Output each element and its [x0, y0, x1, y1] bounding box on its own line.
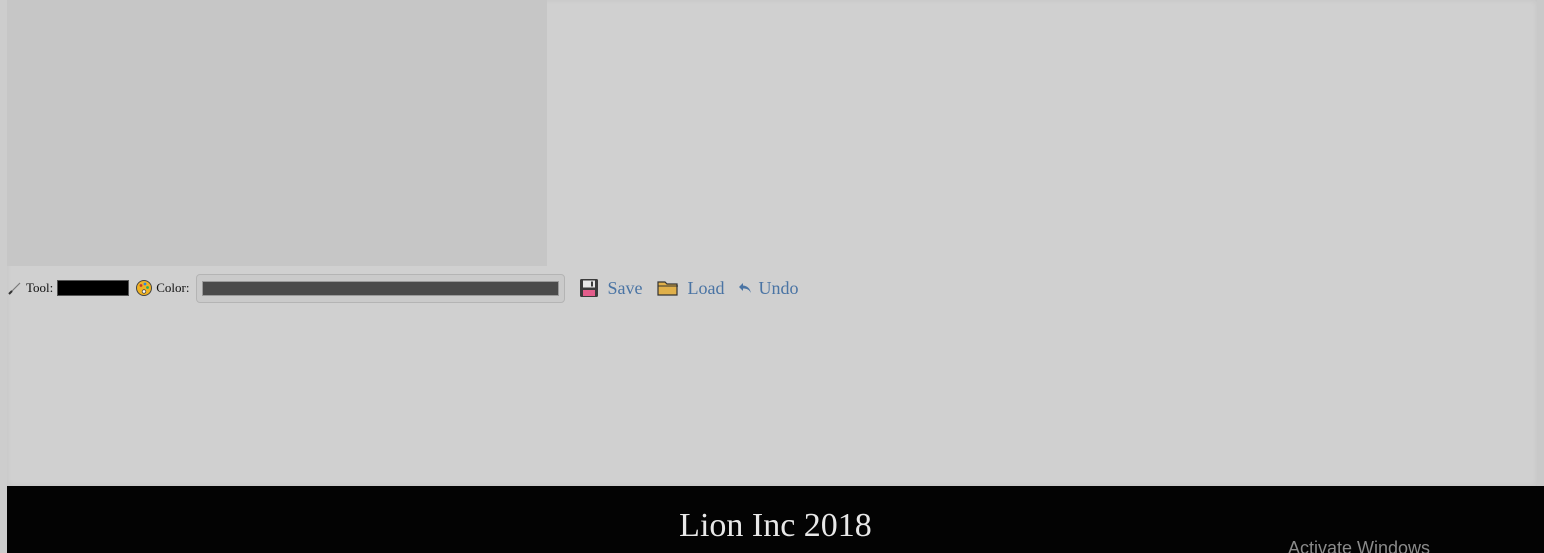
- color-label: Color:: [156, 280, 190, 295]
- palette-icon: [135, 279, 153, 297]
- color-swatch: [201, 280, 559, 296]
- paint-toolbar: Tool: Color: Save Load Undo: [7, 272, 798, 304]
- save-button[interactable]: Save: [579, 278, 643, 299]
- undo-label: Undo: [758, 277, 799, 298]
- tool-select[interactable]: [57, 280, 130, 296]
- undo-arrow-icon: [738, 282, 752, 294]
- floppy-disk-icon: [579, 278, 599, 298]
- load-button[interactable]: Load: [656, 277, 725, 299]
- tool-label: Tool:: [26, 280, 54, 295]
- folder-icon: [656, 279, 679, 297]
- page: Tool: Color: Save Load Undo Lion Inc 201…: [0, 0, 1544, 553]
- color-picker[interactable]: [195, 273, 565, 303]
- undo-button[interactable]: Undo: [738, 278, 798, 299]
- save-label: Save: [607, 277, 643, 298]
- left-gutter: [0, 0, 7, 553]
- load-label: Load: [687, 277, 725, 298]
- drawing-canvas[interactable]: [7, 0, 547, 266]
- brush-icon: [7, 280, 23, 296]
- activate-windows-watermark: Activate Windows: [1288, 538, 1431, 553]
